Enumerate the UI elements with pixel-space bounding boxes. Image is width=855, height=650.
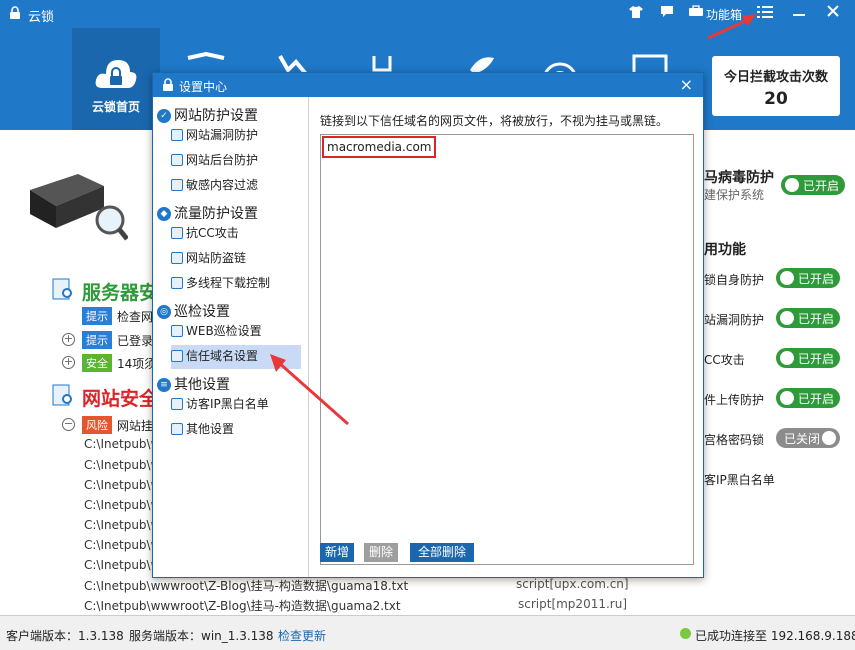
arrow-to-menu-icon <box>707 14 756 40</box>
arrow-to-trusted-domain-item <box>270 354 349 426</box>
annotation-arrows <box>270 14 756 426</box>
